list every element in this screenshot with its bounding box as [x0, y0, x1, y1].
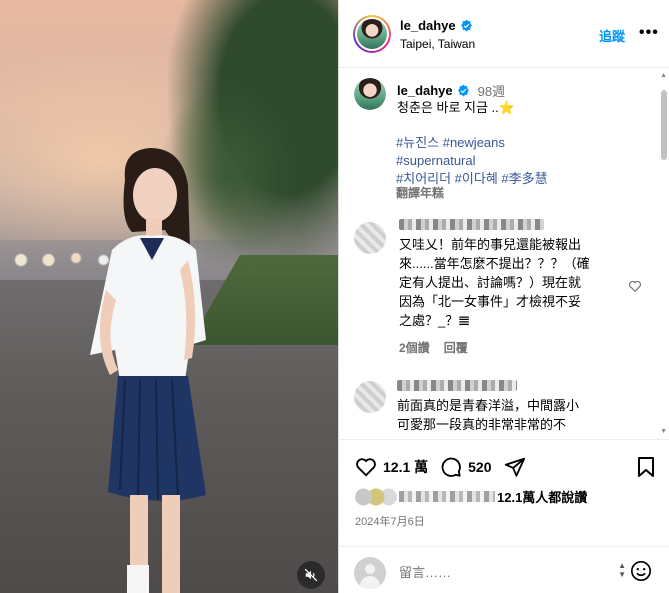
caption-author-avatar[interactable] [354, 78, 386, 110]
likes-count[interactable]: 12.1 萬 [383, 457, 428, 477]
comments-count[interactable]: 520 [468, 459, 491, 475]
author-username[interactable]: le_dahye [400, 18, 456, 33]
caption-time[interactable]: 98週 [478, 81, 505, 100]
post-panel: le_dahye Taipei, Taiwan 追蹤 ••• le_dahye … [338, 0, 669, 593]
post-photo[interactable] [0, 0, 338, 593]
comment-line: 又哇乂！前年的事兒還能被報出 [399, 237, 582, 252]
caption-hashtags: #뉴진스 #newjeans #supernatural #치어리더 #이다혜 … [396, 134, 596, 188]
comment-text: 又哇乂！前年的事兒還能被報出 來......當年怎麼不提出？？？（確 定有人提出… [399, 235, 619, 330]
mute-button[interactable] [297, 561, 325, 589]
add-comment-bar: ▲▼ [339, 546, 669, 593]
verified-badge-icon [457, 84, 469, 97]
comment-text: 前面真的是青春洋溢，中間露小 可愛那一段真的非常非常的不 [397, 396, 617, 434]
photo-person [90, 148, 206, 593]
translate-link[interactable]: 翻譯年糕 [396, 184, 444, 201]
comment-line: 定有人提出、討論嗎？）現在就 [399, 275, 582, 290]
comment-likes[interactable]: 2個讚 [399, 339, 430, 356]
hashtag-line-1[interactable]: #뉴진스 #newjeans [396, 134, 596, 152]
hashtag-line-2[interactable]: #supernatural [396, 152, 596, 170]
author-username-row[interactable]: le_dahye [400, 18, 473, 33]
action-icons-row: 12.1 萬 520 [355, 456, 526, 478]
muted-speaker-icon [304, 568, 318, 582]
heart-icon[interactable] [355, 456, 377, 478]
comment-reply-button[interactable]: 回覆 [444, 339, 468, 356]
like-comment-heart-icon[interactable] [628, 279, 642, 293]
post-location[interactable]: Taipei, Taiwan [400, 37, 475, 51]
comments-scroll-area[interactable]: le_dahye 98週 청춘은 바로 지금 ..⭐ #뉴진스 #newjean… [339, 69, 669, 438]
commenter-name-blurred[interactable] [399, 219, 544, 230]
comment-line: 來......當年怎麼不提出？？？（確 [399, 256, 590, 271]
caption-header: le_dahye 98週 [397, 81, 505, 100]
commenter-name-blurred[interactable] [397, 380, 517, 391]
author-avatar[interactable] [353, 15, 391, 53]
current-user-avatar [354, 557, 386, 589]
bookmark-icon[interactable] [636, 456, 656, 478]
liker-avatars-blurred[interactable] [355, 487, 397, 506]
commenter-avatar[interactable] [354, 222, 386, 254]
caption-username[interactable]: le_dahye [397, 83, 453, 98]
comment-line: 前面真的是青春洋溢，中間露小 [397, 398, 580, 413]
input-resize-arrows-icon[interactable]: ▲ ▼ [618, 561, 626, 579]
liker-names-blurred[interactable] [399, 491, 495, 502]
commenter-avatar[interactable] [354, 381, 386, 413]
liked-by-text[interactable]: 12.1萬人都說讚 [497, 487, 587, 506]
comment-input[interactable] [399, 565, 589, 580]
scroll-down-arrow[interactable]: ▼ [660, 428, 667, 435]
post-date[interactable]: 2024年7月6日 [355, 513, 425, 529]
more-options-button[interactable]: ••• [639, 24, 659, 42]
scrollbar-thumb[interactable] [661, 90, 667, 160]
scroll-up-arrow[interactable]: ▲ [660, 72, 667, 79]
post-header: le_dahye Taipei, Taiwan 追蹤 ••• [339, 0, 669, 68]
emoji-icon[interactable] [630, 560, 652, 582]
share-paper-plane-icon[interactable] [504, 456, 526, 478]
comment-line: 可愛那一段真的非常非常的不 [397, 417, 567, 432]
comment-line: 之處？_？𝌆 [399, 313, 470, 328]
comment-line: 因為「北一女事件」才檢視不妥 [399, 294, 582, 309]
comment-bubble-icon[interactable] [440, 456, 462, 478]
liked-by-row[interactable]: 12.1萬人都說讚 [355, 487, 587, 506]
verified-badge-icon [460, 19, 472, 32]
follow-button[interactable]: 追蹤 [599, 26, 625, 45]
caption-text: 청춘은 바로 지금 ..⭐ [397, 100, 515, 115]
comment-meta: 2個讚 回覆 [399, 339, 468, 356]
